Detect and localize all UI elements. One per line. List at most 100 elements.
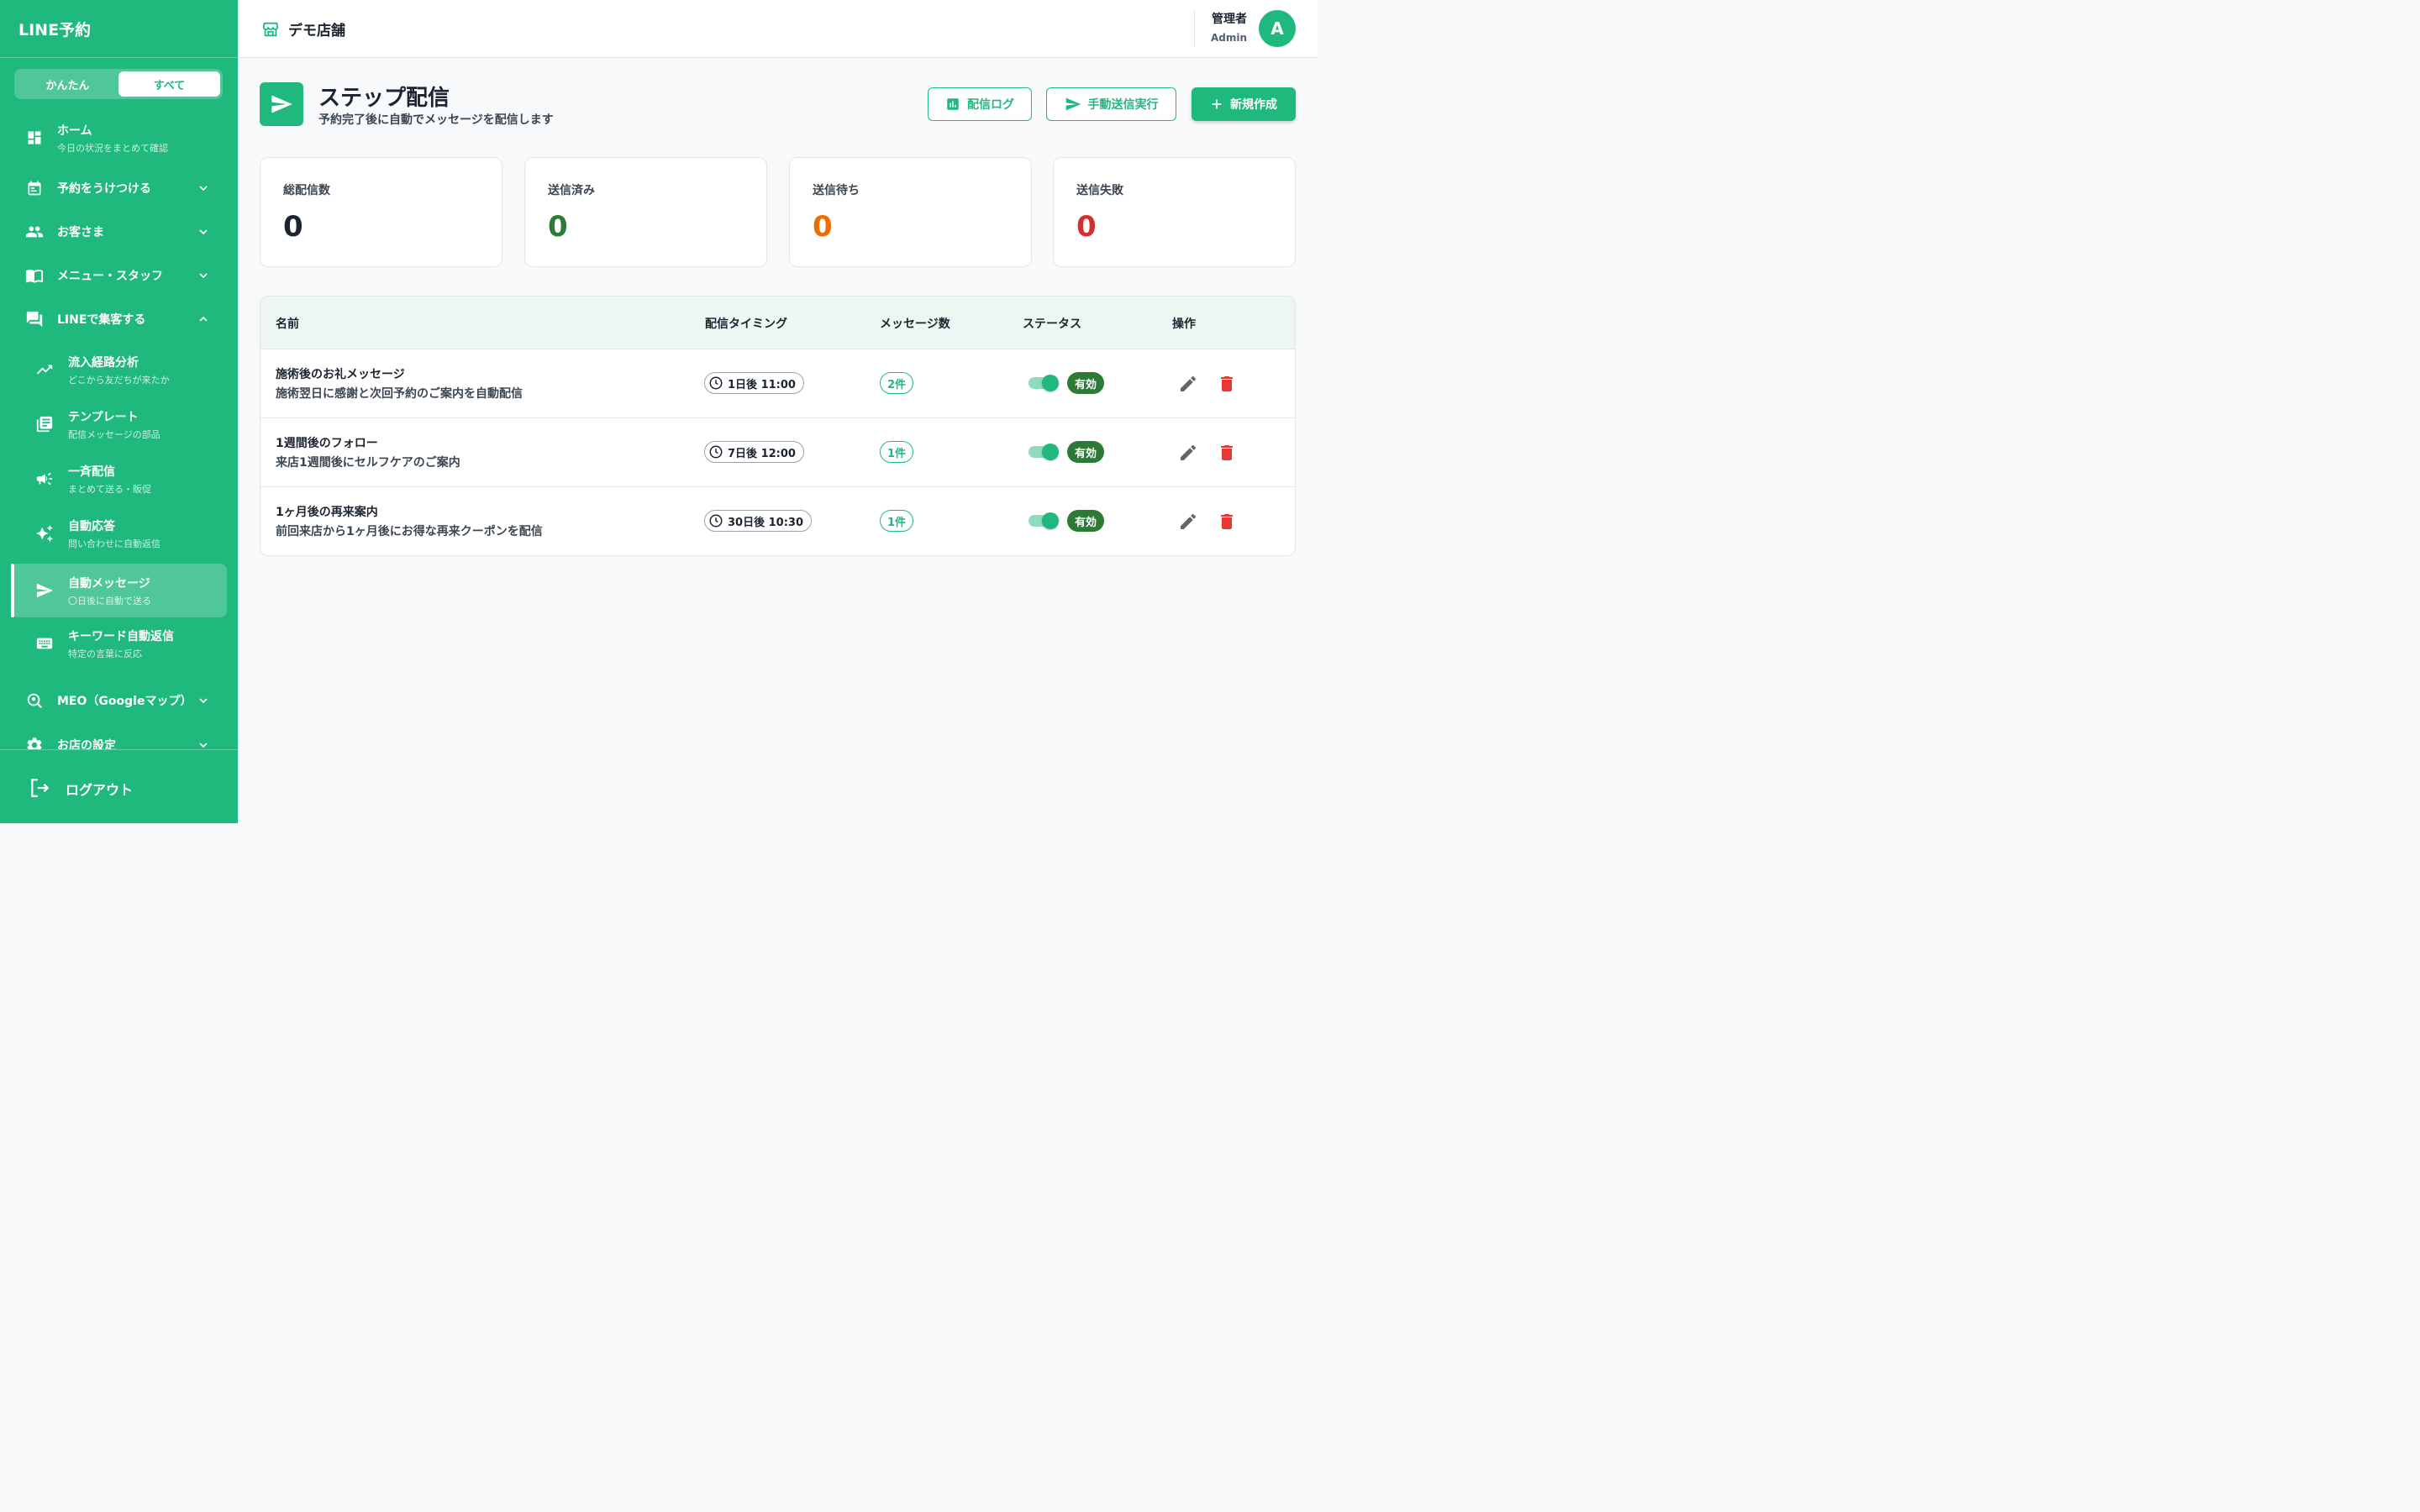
sidebar-item-templates[interactable]: テンプレート 配信メッセージの部品 [11,401,227,448]
sidebar-item-label: メニュー・スタッフ [57,270,163,283]
chevron-down-icon [199,186,208,192]
clock-icon [709,445,723,459]
delete-icon[interactable] [1217,443,1237,463]
edit-icon[interactable] [1178,512,1198,532]
delete-icon[interactable] [1217,512,1237,532]
row-name: 1週間後のフォロー [276,437,378,450]
sidebar-item-broadcast[interactable]: 一斉配信 まとめて送る・販促 [11,455,227,502]
sidebar-item-sub: 今日の状況をまとめて確認 [57,142,168,154]
sidebar-item-sub: 配信メッセージの部品 [68,428,160,440]
page-send-icon [260,82,303,126]
edit-icon[interactable] [1178,374,1198,394]
create-button[interactable]: 新規作成 [1192,87,1296,121]
table-row[interactable]: 施術後のお礼メッセージ 施術翌日に感謝と次回予約のご案内を自動配信 1日後 11… [260,349,1295,418]
logout-icon [29,777,50,802]
sidebar-item-home[interactable]: ホーム 今日の状況をまとめて確認 [11,114,227,161]
toggle-knob [1042,444,1059,460]
top-header: デモ店舗 管理者 Admin A [238,0,1318,58]
bar-chart-icon [947,98,959,110]
table-header: 名前 配信タイミング メッセージ数 ステータス 操作 [260,297,1295,349]
manual-send-label: 手動送信実行 [1087,98,1159,112]
row-name: 施術後のお礼メッセージ [276,368,405,381]
send-icon [34,580,55,601]
sidebar-item-auto-message[interactable]: 自動メッセージ 〇日後に自動で送る [11,564,227,617]
stat-card-sent: 送信済み 0 [524,157,767,267]
logout-label: ログアウト [66,782,134,798]
sidebar-item-label: お店の設定 [57,739,116,749]
sidebar-item-label: キーワード自動返信 [68,629,174,643]
brand-logo[interactable]: LINE予約 [0,0,238,58]
sidebar-item-label: 自動応答 [68,519,115,533]
toggle-knob [1042,512,1059,529]
delivery-log-label: 配信ログ [967,98,1014,112]
stat-label: 送信済み [548,184,595,197]
mode-all-button[interactable]: すべて [118,71,220,97]
logout-button[interactable]: ログアウト [0,749,238,823]
stat-card-pending: 送信待ち 0 [789,157,1032,267]
dashboard-icon [24,128,45,148]
column-timing: 配信タイミング [705,318,787,331]
page-title: ステップ配信 [318,86,450,111]
sidebar-item-sub: まとめて送る・販促 [68,483,151,495]
user-role: 管理者 [1212,13,1247,26]
create-label: 新規作成 [1230,98,1277,112]
sidebar-item-keyword-reply[interactable]: キーワード自動返信 特定の言葉に反応 [11,620,227,667]
plus-icon [1212,99,1222,109]
sidebar-item-label: 一斉配信 [68,465,115,479]
calendar-icon [24,178,45,198]
table-row[interactable]: 1ヶ月後の再来案内 前回来店から1ヶ月後にお得な再来クーポンを配信 30日後 1… [260,487,1295,555]
sidebar-item-sub: 特定の言葉に反応 [68,648,142,659]
row-name: 1ヶ月後の再来案内 [276,506,378,519]
stat-value: 0 [813,210,833,244]
store-selector[interactable]: デモ店舗 [261,18,345,39]
map-search-icon [24,690,45,711]
sidebar-item-label: LINEで集客する [57,313,146,327]
stat-label: 総配信数 [283,184,330,197]
sidebar-item-reservations[interactable]: 予約をうけつける [11,170,227,207]
mode-simple-button[interactable]: かんたん [17,71,118,97]
enable-toggle[interactable] [1028,444,1059,460]
sidebar-item-customers[interactable]: お客さま [11,213,227,250]
sidebar-nav: ホーム 今日の状況をまとめて確認 予約をうけつける お客さま メニュー・スタッフ… [0,109,238,749]
enable-toggle[interactable] [1028,375,1059,391]
avatar[interactable]: A [1259,10,1296,47]
sparkle-icon [34,523,55,543]
sidebar-item-meo[interactable]: MEO（Googleマップ） [11,682,227,719]
sidebar-item-traffic-analysis[interactable]: 流入経路分析 どこから友だちが来たか [11,346,227,393]
user-name: Admin [1210,32,1247,44]
chat-icon [24,309,45,329]
people-icon [24,222,45,242]
chevron-down-icon [199,743,208,748]
header-divider [1194,10,1195,47]
active-indicator [11,564,14,617]
message-count-badge: 1件 [880,441,914,463]
sidebar-item-line-marketing[interactable]: LINEで集客する [11,301,227,338]
row-description: 前回来店から1ヶ月後にお得な再来クーポンを配信 [276,525,543,538]
stat-label: 送信失敗 [1076,184,1123,197]
chevron-down-icon [199,229,208,235]
manual-send-button[interactable]: 手動送信実行 [1046,87,1176,121]
sidebar-item-sub: 問い合わせに自動返信 [68,538,160,549]
sidebar-item-menu-staff[interactable]: メニュー・スタッフ [11,257,227,294]
column-name: 名前 [276,318,299,331]
chevron-up-icon [199,316,208,322]
megaphone-icon [34,469,55,489]
delete-icon[interactable] [1217,374,1237,394]
table-row[interactable]: 1週間後のフォロー 来店1週間後にセルフケアのご案内 7日後 12:00 1件 … [260,418,1295,487]
user-info: 管理者 Admin [1211,10,1247,44]
edit-icon[interactable] [1178,443,1198,463]
trend-icon [34,360,55,380]
timing-value: 30日後 10:30 [728,516,803,529]
stat-value: 0 [548,210,568,244]
timing-value: 7日後 12:00 [728,447,796,460]
library-icon [34,414,55,434]
sidebar-item-sub: どこから友だちが来たか [68,374,170,386]
column-actions: 操作 [1172,318,1196,331]
sidebar-item-auto-reply[interactable]: 自動応答 問い合わせに自動返信 [11,510,227,557]
delivery-log-button[interactable]: 配信ログ [928,87,1032,121]
enable-toggle[interactable] [1028,512,1059,529]
message-count-badge: 1件 [880,510,914,532]
status-badge: 有効 [1067,441,1105,463]
sidebar-item-store-settings[interactable]: お店の設定 [11,727,227,749]
timing-chip: 7日後 12:00 [704,441,804,463]
